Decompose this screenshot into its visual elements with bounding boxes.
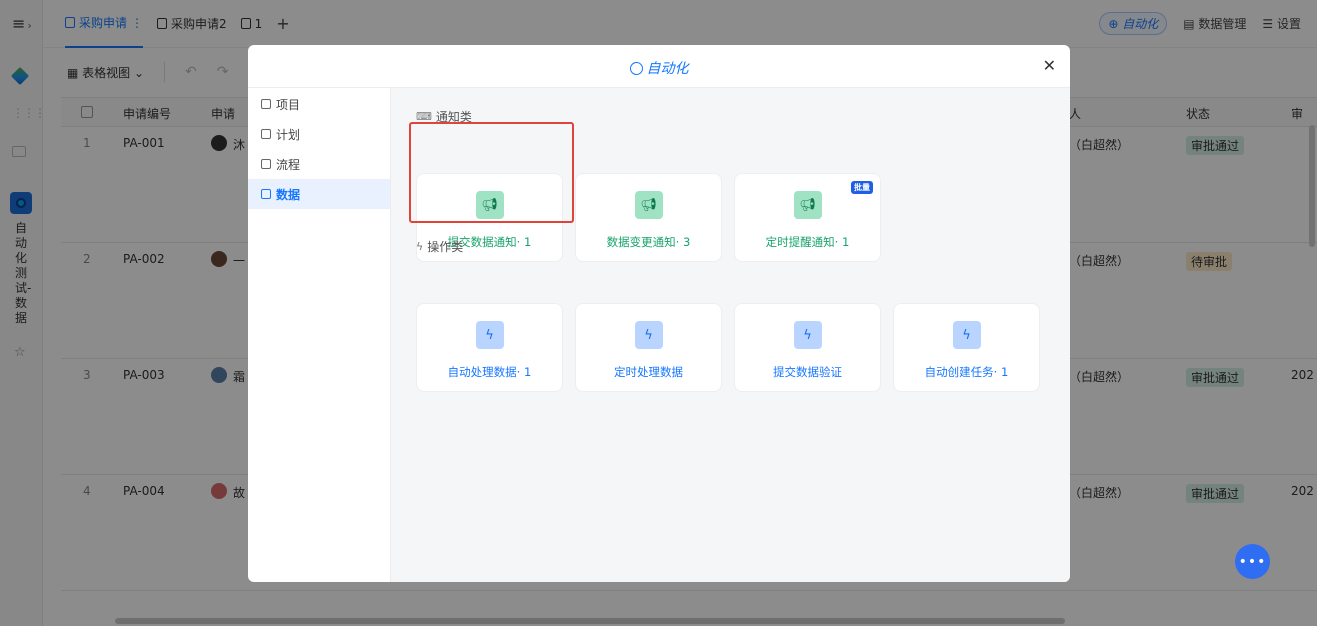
sidebar-item-label: 流程	[276, 157, 301, 172]
megaphone-icon: 📢︎	[634, 191, 663, 219]
message-icon: ⌨	[416, 110, 432, 123]
project-icon	[261, 99, 271, 109]
megaphone-icon: 📢︎	[793, 191, 822, 219]
megaphone-icon: 📢︎	[475, 191, 504, 219]
data-icon	[261, 189, 271, 199]
card-auto-process-data[interactable]: ϟ 自动处理数据· 1	[416, 303, 563, 392]
plan-icon	[261, 129, 271, 139]
modal-title: 自动化	[248, 58, 1070, 78]
card-label: 自动处理数据· 1	[447, 365, 532, 379]
flow-icon	[261, 159, 271, 169]
card-label: 定时处理数据	[614, 365, 683, 379]
lightning-icon: ϟ	[634, 321, 663, 349]
sidebar-item-label: 数据	[276, 187, 301, 202]
card-label: 提交数据验证	[773, 365, 842, 379]
notify-section-label: ⌨ 通知类	[416, 108, 472, 125]
modal-header: 自动化 ✕	[248, 45, 1070, 88]
sidebar-item-data[interactable]: 数据	[248, 179, 390, 209]
modal-title-text: 自动化	[646, 61, 689, 77]
batch-tag: 批量	[851, 181, 873, 194]
modal-sidebar: 项目 计划 流程 数据	[248, 88, 391, 582]
lightning-icon: ϟ	[416, 240, 424, 253]
lightning-icon: ϟ	[475, 321, 504, 349]
sidebar-item-label: 项目	[276, 97, 301, 112]
automation-icon	[629, 62, 643, 75]
sidebar-item-flow[interactable]: 流程	[248, 149, 390, 179]
card-timed-reminder-notify[interactable]: 批量 📢︎ 定时提醒通知· 1	[734, 173, 881, 262]
section-label-text: 通知类	[435, 110, 472, 124]
card-auto-create-task[interactable]: ϟ 自动创建任务· 1	[893, 303, 1040, 392]
card-submit-data-validation[interactable]: ϟ 提交数据验证	[734, 303, 881, 392]
card-label: 数据变更通知· 3	[606, 235, 691, 249]
card-label: 自动创建任务· 1	[924, 365, 1009, 379]
card-timed-process-data[interactable]: ϟ 定时处理数据	[575, 303, 722, 392]
card-data-change-notify[interactable]: 📢︎ 数据变更通知· 3	[575, 173, 722, 262]
automation-modal: 自动化 ✕ 项目 计划 流程 数据 ⌨ 通知类 📢︎ 提交数据通知· 1 📢︎ 数…	[248, 45, 1070, 582]
lightning-icon: ϟ	[952, 321, 981, 349]
sidebar-item-label: 计划	[276, 127, 301, 142]
sidebar-item-project[interactable]: 项目	[248, 89, 390, 119]
section-label-text: 操作类	[427, 240, 464, 254]
lightning-icon: ϟ	[793, 321, 822, 349]
operation-section-label: ϟ 操作类	[416, 238, 463, 255]
modal-content: ⌨ 通知类 📢︎ 提交数据通知· 1 📢︎ 数据变更通知· 3 批量 📢︎ 定时提…	[391, 88, 1070, 582]
more-actions-button[interactable]: •••	[1235, 544, 1270, 579]
card-label: 定时提醒通知· 1	[765, 235, 850, 249]
sidebar-item-plan[interactable]: 计划	[248, 119, 390, 149]
close-icon[interactable]: ✕	[1043, 56, 1056, 75]
